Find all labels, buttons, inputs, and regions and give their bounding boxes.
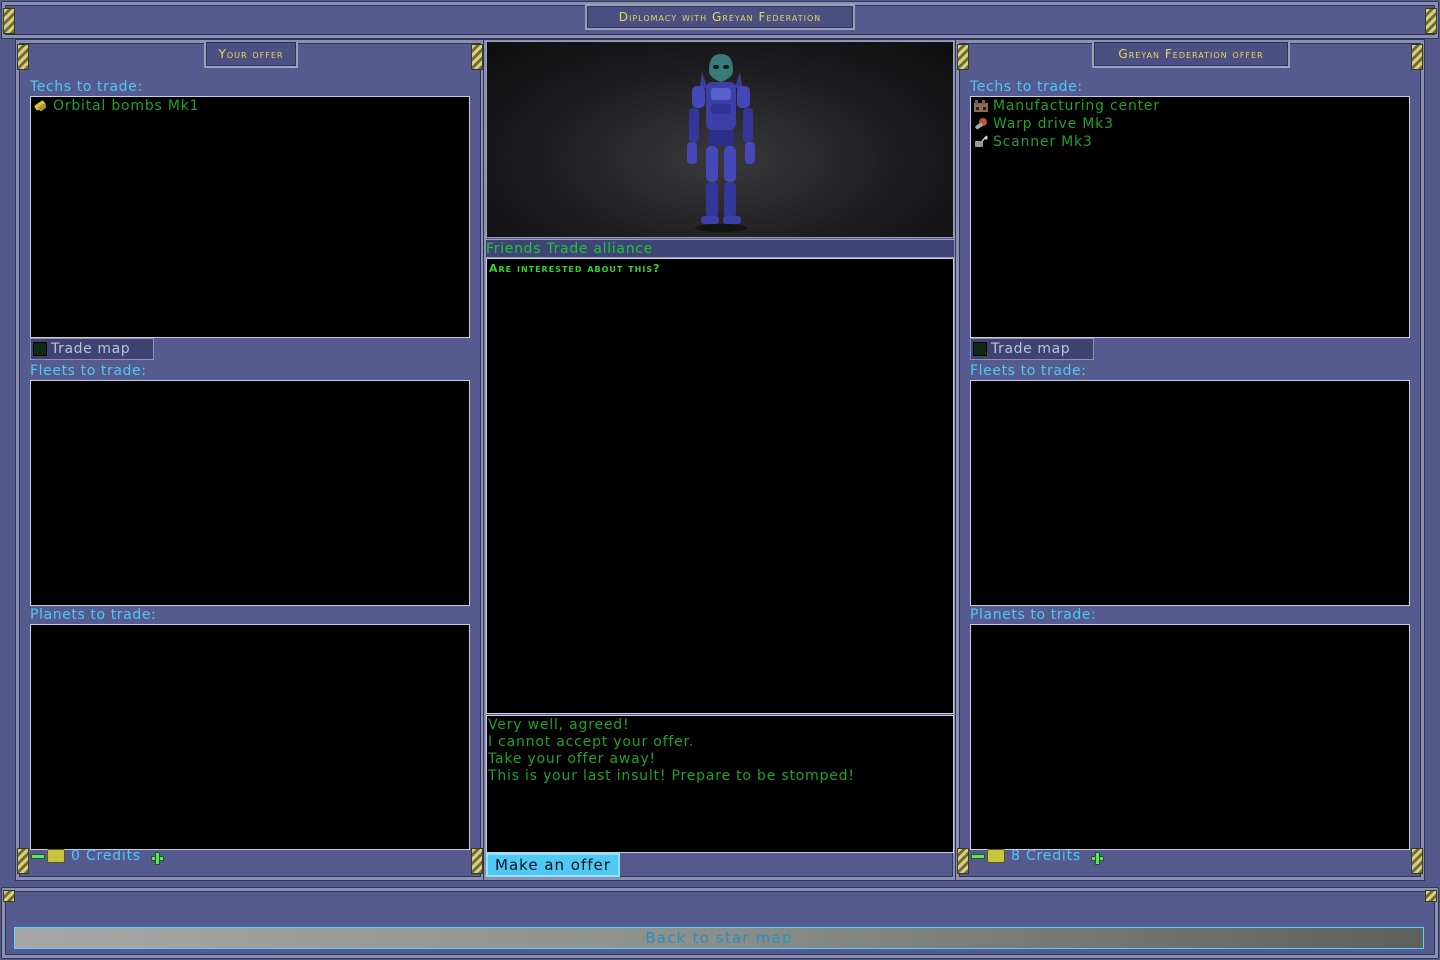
title-bar-right-cap: [1425, 8, 1437, 34]
scanner-icon: [975, 135, 988, 147]
left-panel-cap-br: [471, 848, 483, 874]
right-panel-cap-tl: [957, 44, 969, 70]
right-panel-cap-tr: [1411, 44, 1423, 70]
right-planets-list[interactable]: [970, 624, 1410, 850]
tech-name: Warp drive Mk3: [993, 116, 1114, 132]
left-trade-map-checkbox[interactable]: Trade map: [30, 338, 154, 360]
increase-credits-button[interactable]: [150, 851, 164, 865]
federation-offer-header: Greyan Federation offer: [1092, 42, 1290, 68]
window-title: Diplomacy with Greyan Federation: [585, 4, 855, 30]
left-panel-cap-tr: [471, 44, 483, 70]
right-credits-row: 8 Credits: [971, 847, 1104, 865]
right-trade-map-checkbox[interactable]: Trade map: [970, 338, 1094, 360]
left-credits-row: 0 Credits: [31, 847, 164, 865]
relationship-status-text: Friends Trade alliance: [486, 240, 653, 257]
left-credits-amount: 0 Credits: [71, 848, 141, 864]
alien-portrait: [486, 41, 954, 238]
checkbox-box[interactable]: [973, 342, 987, 356]
make-offer-button[interactable]: Make an offer: [486, 853, 620, 877]
right-fleets-label: Fleets to trade:: [970, 363, 1087, 379]
right-credits-amount: 8 Credits: [1011, 848, 1081, 864]
warp-drive-icon: [975, 118, 987, 130]
list-item[interactable]: Warp drive Mk3: [971, 115, 1409, 133]
bomb-icon: [34, 100, 47, 111]
trade-map-label: Trade map: [991, 341, 1071, 357]
list-item[interactable]: Manufacturing center: [971, 97, 1409, 115]
decrease-credits-button[interactable]: [31, 853, 45, 859]
left-planets-list[interactable]: [30, 624, 470, 850]
response-insult[interactable]: This is your last insult! Prepare to be …: [488, 768, 952, 785]
left-techs-list[interactable]: Orbital bombs Mk1: [30, 96, 470, 338]
response-decline[interactable]: I cannot accept your offer.: [488, 734, 952, 751]
factory-icon: [974, 100, 988, 112]
list-item[interactable]: Orbital bombs Mk1: [31, 97, 469, 115]
back-to-star-map-button[interactable]: Back to star map: [14, 927, 1424, 949]
list-item[interactable]: Scanner Mk3: [971, 133, 1409, 151]
footer-left-cap: [3, 890, 15, 902]
right-fleets-list[interactable]: [970, 380, 1410, 606]
left-fleets-list[interactable]: [30, 380, 470, 606]
increase-credits-button[interactable]: [1090, 851, 1104, 865]
right-panel-cap-br: [1411, 848, 1423, 874]
money-icon: [987, 849, 1005, 863]
right-panel-cap-bl: [957, 848, 969, 874]
title-bar-left-cap: [3, 8, 15, 34]
diplomacy-message-area: Are interested about this?: [486, 258, 954, 714]
left-planets-label: Planets to trade:: [30, 607, 157, 623]
tech-name: Orbital bombs Mk1: [53, 98, 200, 114]
trade-map-label: Trade map: [51, 341, 131, 357]
left-techs-label: Techs to trade:: [30, 79, 143, 95]
ai-question: Are interested about this?: [489, 262, 661, 275]
response-options: Very well, agreed! I cannot accept your …: [486, 715, 954, 853]
tech-name: Scanner Mk3: [993, 134, 1093, 150]
decrease-credits-button[interactable]: [971, 853, 985, 859]
response-take-away[interactable]: Take your offer away!: [488, 751, 952, 768]
right-techs-list[interactable]: Manufacturing center Warp drive Mk3 Scan…: [970, 96, 1410, 338]
right-techs-label: Techs to trade:: [970, 79, 1083, 95]
left-fleets-label: Fleets to trade:: [30, 363, 147, 379]
tech-name: Manufacturing center: [993, 98, 1160, 114]
response-agree[interactable]: Very well, agreed!: [488, 717, 952, 734]
left-panel-cap-bl: [17, 848, 29, 874]
money-icon: [47, 849, 65, 863]
alien-robot-image: [687, 54, 755, 232]
footer-right-cap: [1425, 890, 1437, 902]
relationship-status: Friends Trade alliance: [486, 239, 954, 258]
right-planets-label: Planets to trade:: [970, 607, 1097, 623]
checkbox-box[interactable]: [33, 342, 47, 356]
your-offer-header: Your offer: [204, 42, 298, 68]
left-panel-cap-tl: [17, 44, 29, 70]
